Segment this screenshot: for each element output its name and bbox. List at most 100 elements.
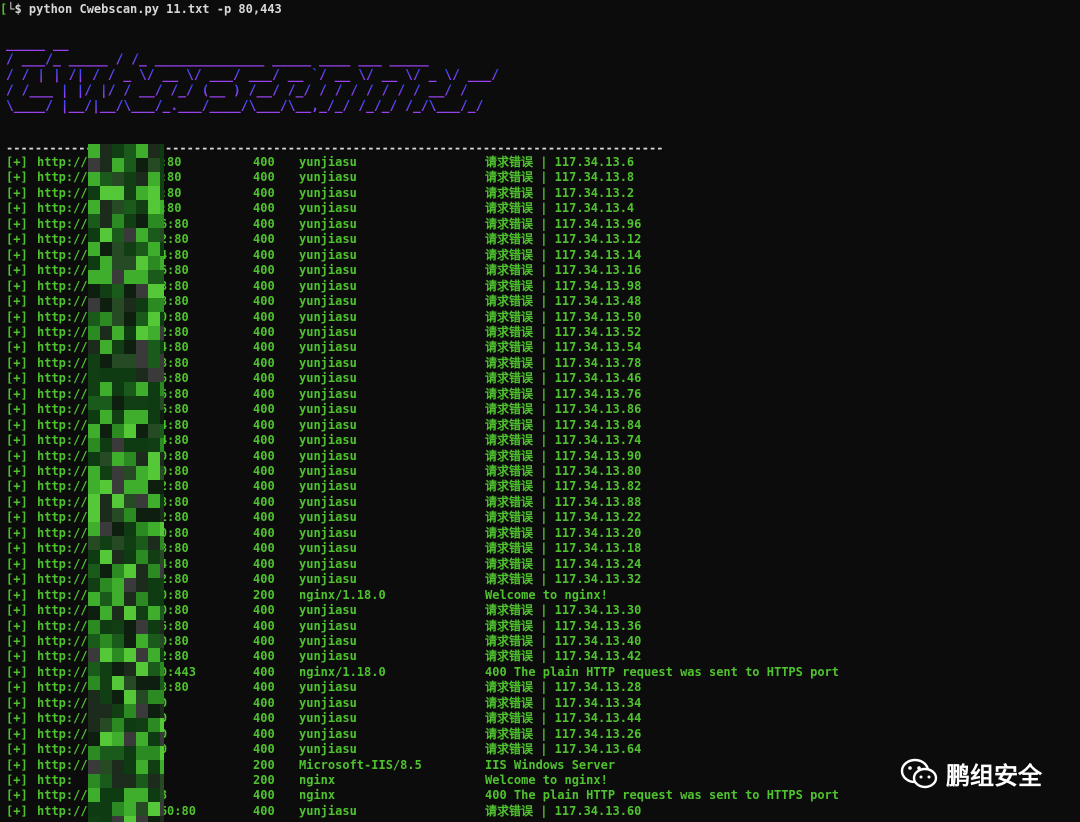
mosaic-tile <box>112 312 124 326</box>
mosaic-tile <box>136 564 148 578</box>
mosaic-tile <box>124 760 136 774</box>
mosaic-tile <box>124 270 136 284</box>
mosaic-tile <box>100 256 112 270</box>
mosaic-tile <box>160 564 164 578</box>
mosaic-tile <box>124 256 136 270</box>
page-title: 请求错误 | 117.34.13.24 <box>485 556 642 571</box>
mosaic-tile <box>124 648 136 662</box>
status-code: 400 <box>253 541 275 556</box>
mosaic-tile <box>88 662 100 676</box>
page-title: 请求错误 | 117.34.13.90 <box>485 448 642 463</box>
mosaic-tile <box>88 746 100 760</box>
mosaic-tile <box>100 620 112 634</box>
page-title: 请求错误 | 117.34.13.98 <box>485 278 642 293</box>
mosaic-tile <box>136 172 148 186</box>
server-name: yunjiasu <box>299 232 357 247</box>
server-name: yunjiasu <box>299 479 357 494</box>
mosaic-tile <box>112 816 124 822</box>
server-name: yunjiasu <box>299 556 357 571</box>
mosaic-tile <box>148 718 160 732</box>
mosaic-tile <box>112 354 124 368</box>
mosaic-tile <box>136 312 148 326</box>
mosaic-tile <box>148 648 160 662</box>
server-name: yunjiasu <box>299 494 357 509</box>
status-code: 400 <box>253 649 275 664</box>
page-title: 请求错误 | 117.34.13.78 <box>485 355 642 370</box>
mosaic-tile <box>160 452 164 466</box>
mosaic-tile <box>112 704 124 718</box>
mosaic-tile <box>160 648 164 662</box>
watermark-text: 鹏组安全 <box>946 762 1042 790</box>
mosaic-tile <box>112 732 124 746</box>
mosaic-tile <box>136 732 148 746</box>
mosaic-tile <box>148 326 160 340</box>
mosaic-tile <box>100 732 112 746</box>
mosaic-tile <box>148 592 160 606</box>
mosaic-tile <box>136 676 148 690</box>
mosaic-tile <box>160 746 164 760</box>
result-mark: [+] <box>6 525 28 540</box>
server-name: yunjiasu <box>299 263 357 278</box>
mosaic-tile <box>148 256 160 270</box>
mosaic-tile <box>160 774 164 788</box>
mosaic-tile <box>100 816 112 822</box>
mosaic-tile <box>88 242 100 256</box>
page-title: 请求错误 | 117.34.13.48 <box>485 294 642 309</box>
page-title: 请求错误 | 117.34.13.6 <box>485 155 635 169</box>
mosaic-tile <box>124 802 136 816</box>
status-code: 400 <box>253 294 275 309</box>
server-name: yunjiasu <box>299 247 357 262</box>
mosaic-tile <box>100 228 112 242</box>
mosaic-tile <box>136 662 148 676</box>
mosaic-tile <box>148 354 160 368</box>
mosaic-tile <box>148 578 160 592</box>
result-mark: [+] <box>6 263 28 278</box>
server-name: yunjiasu <box>299 185 357 200</box>
mosaic-tile <box>124 746 136 760</box>
mosaic-tile <box>88 284 100 298</box>
server-name: yunjiasu <box>299 572 357 587</box>
mosaic-tile <box>112 760 124 774</box>
mosaic-tile <box>160 704 164 718</box>
server-name: nginx/1.18.0 <box>299 587 386 602</box>
mosaic-tile <box>148 214 160 228</box>
mosaic-tile <box>88 200 100 214</box>
mosaic-tile <box>160 578 164 592</box>
mosaic-tile <box>148 158 160 172</box>
status-code: 400 <box>253 185 275 200</box>
mosaic-tile <box>124 214 136 228</box>
mosaic-tile <box>124 298 136 312</box>
page-title: 请求错误 | 117.34.13.76 <box>485 386 642 401</box>
page-title: 请求错误 | 117.34.13.12 <box>485 232 642 247</box>
mosaic-tile <box>100 718 112 732</box>
result-mark: [+] <box>6 803 28 818</box>
mosaic-tile <box>88 466 100 480</box>
mosaic-tile <box>100 368 112 382</box>
mosaic-tile <box>160 200 164 214</box>
mosaic-tile <box>100 382 112 396</box>
mosaic-tile <box>148 662 160 676</box>
mosaic-tile <box>124 606 136 620</box>
page-title: 请求错误 | 117.34.13.96 <box>485 216 642 231</box>
mosaic-tile <box>160 592 164 606</box>
mosaic-tile <box>124 662 136 676</box>
server-name: yunjiasu <box>299 803 357 818</box>
mosaic-tile <box>148 312 160 326</box>
mosaic-tile <box>148 424 160 438</box>
mosaic-tile <box>112 550 124 564</box>
mosaic-tile <box>88 158 100 172</box>
mosaic-tile <box>112 144 124 158</box>
mosaic-tile <box>148 550 160 564</box>
page-title: 请求错误 | 117.34.13.50 <box>485 309 642 324</box>
mosaic-tile <box>100 172 112 186</box>
mosaic-tile <box>148 732 160 746</box>
page-title: 请求错误 | 117.34.13.42 <box>485 649 642 664</box>
mosaic-tile <box>136 480 148 494</box>
mosaic-tile <box>112 424 124 438</box>
result-mark: [+] <box>6 572 28 587</box>
result-mark: [+] <box>6 649 28 664</box>
mosaic-tile <box>160 354 164 368</box>
result-mark: [+] <box>6 773 28 787</box>
result-mark: [+] <box>6 417 28 432</box>
mosaic-tile <box>100 396 112 410</box>
